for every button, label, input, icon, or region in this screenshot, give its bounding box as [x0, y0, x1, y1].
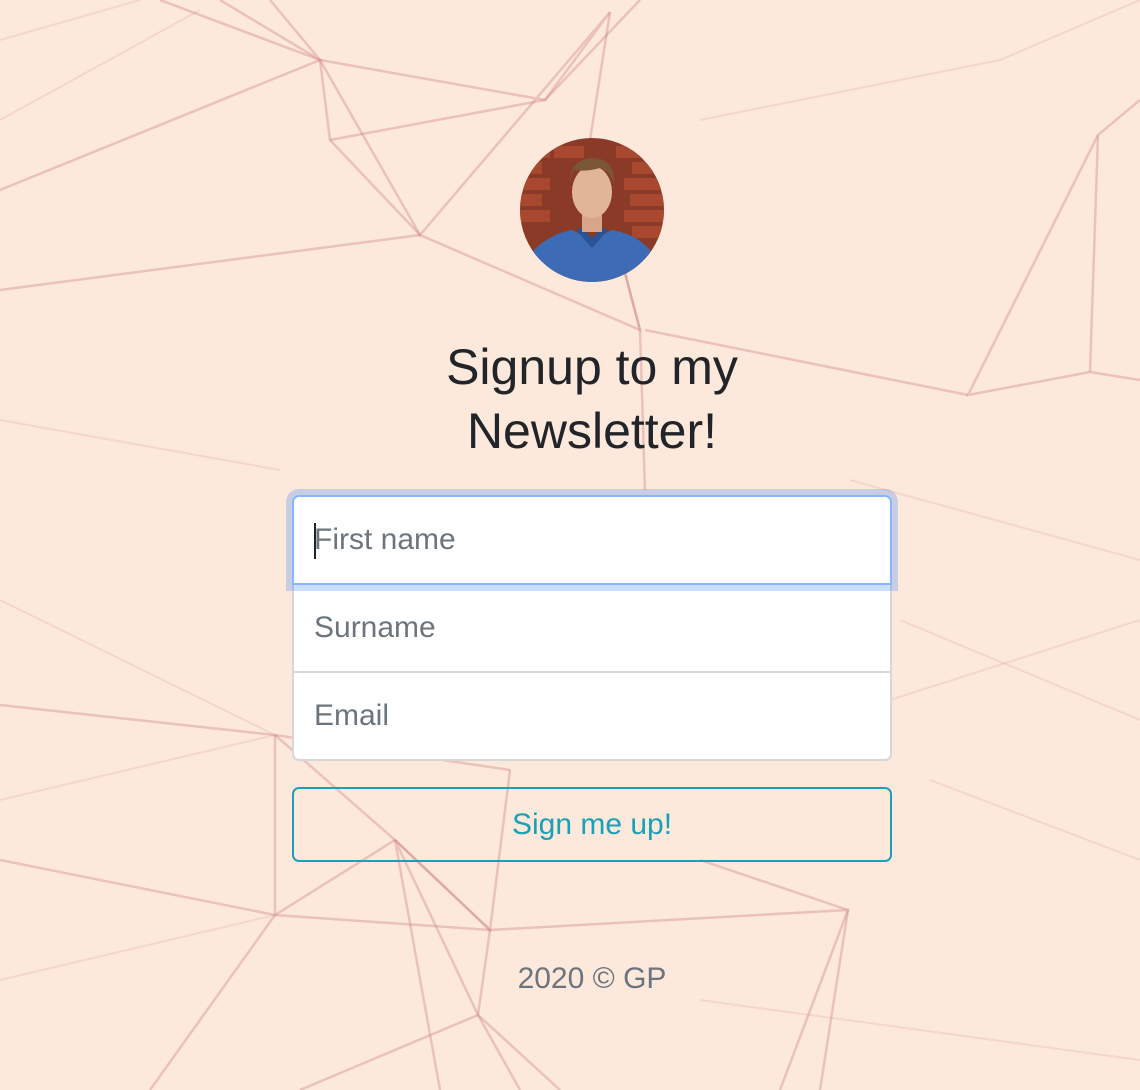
signup-page: Signup to my Newsletter! Sign me up! 202… — [0, 0, 1140, 1090]
sign-up-button[interactable]: Sign me up! — [292, 787, 892, 862]
signup-container: Signup to my Newsletter! Sign me up! 202… — [0, 0, 1140, 1090]
footer-copyright: 2020 © GP — [517, 962, 667, 995]
surname-input[interactable] — [292, 583, 892, 673]
first-name-input[interactable] — [292, 495, 892, 585]
text-cursor — [314, 523, 316, 559]
title-line-1: Signup to my — [446, 339, 738, 395]
signup-form — [292, 495, 892, 761]
title-line-2: Newsletter! — [466, 403, 718, 459]
page-title: Signup to my Newsletter! — [370, 335, 814, 463]
person-portrait-icon — [520, 138, 664, 282]
profile-avatar — [520, 138, 664, 282]
email-input[interactable] — [292, 671, 892, 761]
